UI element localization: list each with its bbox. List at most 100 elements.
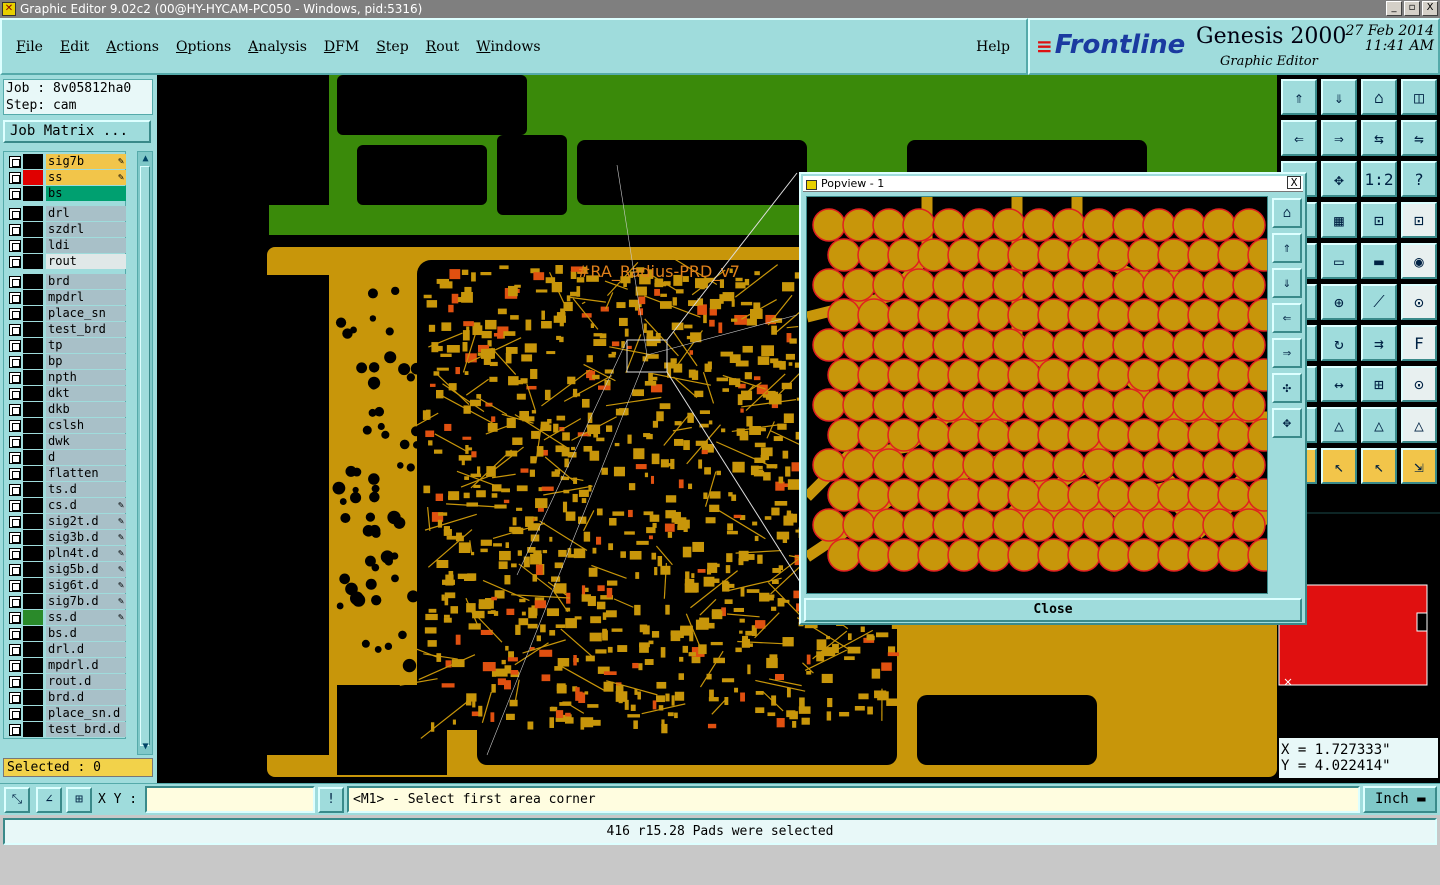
- layer-color-swatch[interactable]: [23, 690, 43, 705]
- menu-options[interactable]: Options: [176, 39, 231, 55]
- layer-checkbox[interactable]: [9, 340, 21, 352]
- layer-color-swatch[interactable]: [23, 658, 43, 673]
- layer-color-swatch[interactable]: [23, 322, 43, 337]
- select-icon[interactable]: ⊡: [1361, 202, 1397, 238]
- layer-color-swatch[interactable]: [23, 482, 43, 497]
- layer-color-swatch[interactable]: [23, 290, 43, 305]
- layer-row-szdrl[interactable]: szdrl: [6, 222, 126, 237]
- layer-checkbox[interactable]: [9, 372, 21, 384]
- layer-checkbox[interactable]: [9, 612, 21, 624]
- cursor-icon[interactable]: ↖: [1321, 448, 1357, 484]
- window-icon[interactable]: ◫: [1401, 79, 1437, 115]
- layer-name[interactable]: brd.d: [46, 690, 126, 705]
- layer-color-swatch[interactable]: [23, 354, 43, 369]
- pop-pan-left-icon[interactable]: ⇐: [1272, 303, 1302, 333]
- layer-color-swatch[interactable]: [23, 338, 43, 353]
- snap-angle-icon[interactable]: ∠: [36, 787, 62, 813]
- layer-name[interactable]: bs: [46, 186, 126, 201]
- layer-name[interactable]: sig7b: [46, 154, 126, 169]
- layer-row-dkt[interactable]: dkt: [6, 386, 126, 401]
- layer-color-swatch[interactable]: [23, 154, 43, 169]
- layer-row-cslsh[interactable]: cslsh: [6, 418, 126, 433]
- snap-corner-icon[interactable]: ⤡: [4, 787, 30, 813]
- layer-row-sig7b[interactable]: sig7b✎: [6, 154, 126, 169]
- layer-color-swatch[interactable]: [23, 402, 43, 417]
- layer-row-sig6t-d[interactable]: sig6t.d✎: [6, 578, 126, 593]
- layer-color-swatch[interactable]: [23, 466, 43, 481]
- layer-row-d[interactable]: d: [6, 450, 126, 465]
- scroll-up-icon[interactable]: ▲: [139, 153, 152, 165]
- layer-checkbox[interactable]: [9, 436, 21, 448]
- exclamation-icon[interactable]: !: [318, 787, 344, 813]
- layer-name[interactable]: d: [46, 450, 126, 465]
- layer-checkbox[interactable]: [9, 324, 21, 336]
- select-alt-icon[interactable]: ⊡: [1401, 202, 1437, 238]
- layer-row-ss[interactable]: ss✎: [6, 170, 126, 185]
- layer-row-brd-d[interactable]: brd.d: [6, 690, 126, 705]
- layer-checkbox[interactable]: [9, 420, 21, 432]
- layer-checkbox[interactable]: [9, 516, 21, 528]
- layer-checkbox[interactable]: [9, 276, 21, 288]
- layer-row-dwk[interactable]: dwk: [6, 434, 126, 449]
- layer-row-cs-d[interactable]: cs.d✎: [6, 498, 126, 513]
- layer-name[interactable]: npth: [46, 370, 126, 385]
- layer-checkbox[interactable]: [9, 644, 21, 656]
- popview-close-button[interactable]: Close: [804, 598, 1302, 622]
- popview-canvas[interactable]: [806, 196, 1268, 594]
- close-window-button[interactable]: X: [1422, 1, 1438, 16]
- job-matrix-button[interactable]: Job Matrix ...: [3, 120, 151, 143]
- layer-color-swatch[interactable]: [23, 562, 43, 577]
- layer-checkbox[interactable]: [9, 676, 21, 688]
- layer-name[interactable]: sig2t.d: [46, 514, 126, 529]
- layer-checkbox[interactable]: [9, 256, 21, 268]
- layer-checkbox[interactable]: [9, 356, 21, 368]
- layer-row-dkb[interactable]: dkb: [6, 402, 126, 417]
- layer-name[interactable]: pln4t.d: [46, 546, 126, 561]
- menu-edit[interactable]: Edit: [60, 39, 89, 55]
- layer-name[interactable]: brd: [46, 274, 126, 289]
- zoom-out-icon[interactable]: ✥: [1321, 161, 1357, 197]
- resize-icon[interactable]: ⇲: [1401, 448, 1437, 484]
- layer-name[interactable]: szdrl: [46, 222, 126, 237]
- pop-pan-up-icon[interactable]: ⇑: [1272, 233, 1302, 263]
- menu-file[interactable]: File: [16, 39, 43, 55]
- popview-zoom-view[interactable]: [807, 197, 1268, 594]
- move-right-icon[interactable]: ⇒: [1321, 120, 1357, 156]
- layer-row-test-brd-d[interactable]: test_brd.d: [6, 722, 126, 737]
- snap-icon[interactable]: ⊙: [1401, 366, 1437, 402]
- layer-row-ss-d[interactable]: ss.d✎: [6, 610, 126, 625]
- layer-color-swatch[interactable]: [23, 578, 43, 593]
- minimize-button[interactable]: _: [1386, 1, 1402, 16]
- layer-name[interactable]: ts.d: [46, 482, 126, 497]
- layer-checkbox[interactable]: [9, 484, 21, 496]
- cursor-alt-icon[interactable]: ↖: [1361, 448, 1397, 484]
- layer-checkbox[interactable]: [9, 660, 21, 672]
- layer-color-swatch[interactable]: [23, 434, 43, 449]
- layer-row-bs[interactable]: bs: [6, 186, 126, 201]
- layer-row-mpdrl-d[interactable]: mpdrl.d: [6, 658, 126, 673]
- scroll-down-icon[interactable]: ▼: [139, 741, 152, 753]
- menu-step[interactable]: Step: [376, 39, 408, 55]
- layer-name[interactable]: drl.d: [46, 642, 126, 657]
- layer-checkbox[interactable]: [9, 692, 21, 704]
- rotate-icon[interactable]: ↻: [1321, 325, 1357, 361]
- layer-color-swatch[interactable]: [23, 254, 43, 269]
- layer-color-swatch[interactable]: [23, 594, 43, 609]
- layer-name[interactable]: test_brd.d: [46, 722, 126, 737]
- menu-actions[interactable]: Actions: [106, 39, 159, 55]
- circle-icon[interactable]: ⊙: [1401, 284, 1437, 320]
- layer-checkbox[interactable]: [9, 628, 21, 640]
- layer-color-swatch[interactable]: [23, 238, 43, 253]
- layer-name[interactable]: tp: [46, 338, 126, 353]
- triangle-alt-icon[interactable]: △: [1321, 407, 1357, 443]
- menu-help[interactable]: Help: [976, 39, 1010, 55]
- layer-color-swatch[interactable]: [23, 674, 43, 689]
- layer-name[interactable]: sig6t.d: [46, 578, 126, 593]
- layer-name[interactable]: bp: [46, 354, 126, 369]
- layer-row-sig7b-d[interactable]: sig7b.d✎: [6, 594, 126, 609]
- layer-row-ts-d[interactable]: ts.d: [6, 482, 126, 497]
- layer-color-swatch[interactable]: [23, 418, 43, 433]
- help-icon[interactable]: ?: [1401, 161, 1437, 197]
- layer-color-swatch[interactable]: [23, 386, 43, 401]
- layer-name[interactable]: place_sn.d: [46, 706, 126, 721]
